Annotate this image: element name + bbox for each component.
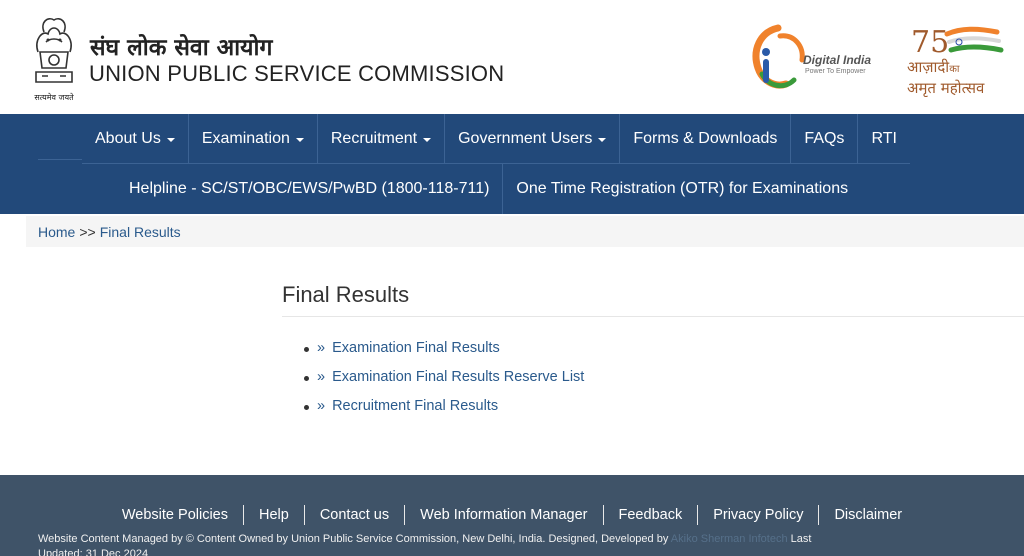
azadi-number: 75 [911,25,949,60]
breadcrumb: Home >> Final Results [26,216,1024,247]
footer-link-website-policies[interactable]: Website Policies [107,505,244,525]
bullet-icon [304,405,309,410]
site-title-hindi: संघ लोक सेवा आयोग [90,35,273,61]
footer-link-web-information-manager[interactable]: Web Information Manager [405,505,604,525]
nav-row-primary: About Us Examination Recruitment Governm… [82,114,910,164]
footer-link-contact-us[interactable]: Contact us [305,505,406,525]
nav-item-recruitment[interactable]: Recruitment [318,114,446,164]
page-title: Final Results [282,282,410,307]
digital-india-tagline: Power To Empower [805,68,866,75]
title-divider [282,316,1024,317]
nav-item-faqs[interactable]: FAQs [791,114,859,164]
site-footer: Website Policies Help Contact us Web Inf… [0,475,1024,556]
footer-link-privacy-policy[interactable]: Privacy Policy [698,505,820,525]
azadi-line1: आज़ादी [907,58,950,76]
nav-item-label: Forms & Downloads [633,130,778,147]
nav-item-label: One Time Registration (OTR) for Examinat… [516,180,849,197]
site-header: सत्यमेव जयते संघ लोक सेवा आयोग UNION PUB… [0,0,1024,114]
link-examination-final-results-reserve-list[interactable]: Examination Final Results Reserve List [332,369,584,385]
results-list: » Examination Final Results » Examinatio… [304,340,584,427]
link-recruitment-final-results[interactable]: Recruitment Final Results [332,398,498,414]
azadi-text: आज़ादीका अमृत महोत्सव [907,58,984,98]
azadi-line1-small: का [949,64,960,75]
link-examination-final-results[interactable]: Examination Final Results [332,340,500,356]
footer-link-feedback[interactable]: Feedback [604,505,699,525]
footer-credits: Website Content Managed by © Content Own… [38,532,818,556]
nav-item-label: About Us [95,130,161,147]
footer-link-help[interactable]: Help [244,505,305,525]
caret-down-icon [598,138,607,142]
footer-credits-prefix: Website Content Managed by © Content Own… [38,533,669,545]
footer-developer-link[interactable]: Akiko Sherman Infotech [671,533,788,545]
breadcrumb-current[interactable]: Final Results [100,224,181,240]
nav-item-label: Helpline - SC/ST/OBC/EWS/PwBD (1800-118-… [129,180,490,197]
raquo-icon: » [317,398,326,414]
nav-item-about-us[interactable]: About Us [82,114,189,164]
list-item: » Examination Final Results [304,340,584,369]
nav-item-otr[interactable]: One Time Registration (OTR) for Examinat… [503,164,861,214]
nav-item-label: FAQs [804,130,845,147]
breadcrumb-home-link[interactable]: Home [38,224,75,240]
footer-links: Website Policies Help Contact us Web Inf… [0,505,1024,525]
breadcrumb-separator: >> [79,223,96,240]
caret-down-icon [295,138,304,142]
site-title-english: UNION PUBLIC SERVICE COMMISSION [89,61,505,86]
nav-item-label: RTI [871,130,897,147]
nav-item-government-users[interactable]: Government Users [445,114,621,164]
list-item: » Examination Final Results Reserve List [304,369,584,398]
nav-item-rti[interactable]: RTI [858,114,909,164]
nav-item-label: Government Users [458,130,593,147]
nav-item-examination[interactable]: Examination [189,114,318,164]
azadi-line2: अमृत महोत्सव [907,79,985,97]
caret-down-icon [423,138,432,142]
nav-row-secondary: Helpline - SC/ST/OBC/EWS/PwBD (1800-118-… [116,164,861,214]
emblem-motto: सत्यमेव जयते [34,93,74,102]
caret-down-icon [166,138,175,142]
footer-link-disclaimer[interactable]: Disclaimer [819,505,917,525]
digital-india-name: Digital India [803,53,872,67]
nav-divider [38,159,82,160]
nav-item-label: Examination [201,130,290,147]
nav-item-label: Recruitment [330,130,418,147]
raquo-icon: » [317,340,326,356]
bullet-icon [304,347,309,352]
list-item: » Recruitment Final Results [304,398,584,427]
main-navigation: About Us Examination Recruitment Governm… [0,114,1024,214]
raquo-icon: » [317,369,326,385]
bullet-icon [304,376,309,381]
nav-item-forms-downloads[interactable]: Forms & Downloads [620,114,792,164]
nav-item-helpline[interactable]: Helpline - SC/ST/OBC/EWS/PwBD (1800-118-… [116,164,504,214]
